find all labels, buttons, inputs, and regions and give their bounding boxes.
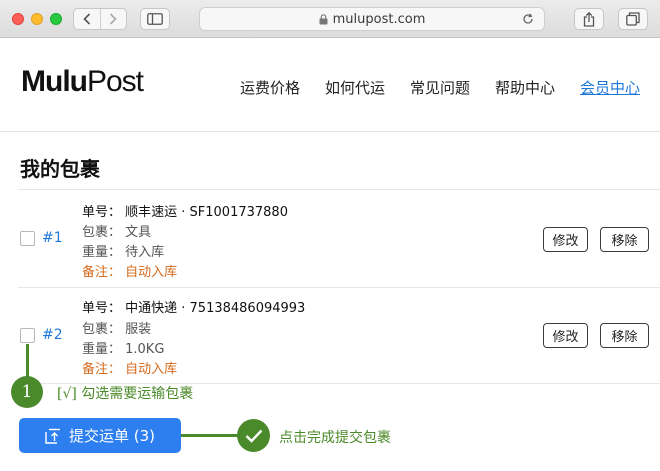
browser-toolbar: mulupost.com xyxy=(0,0,660,38)
package-content: 包裹： 文具 xyxy=(82,225,152,240)
reload-icon[interactable] xyxy=(522,13,534,29)
zoom-window-button[interactable] xyxy=(50,13,62,25)
share-button[interactable] xyxy=(574,8,604,30)
done-hint: 点击完成提交包裹 xyxy=(279,430,391,446)
package-content: 包裹： 服装 xyxy=(82,322,152,337)
close-window-button[interactable] xyxy=(12,13,24,25)
forward-icon xyxy=(110,13,117,25)
sidebar-toggle-button[interactable] xyxy=(140,8,170,30)
annotation-connector xyxy=(181,434,241,437)
submit-waybill-button[interactable]: 提交运单 (3) xyxy=(19,418,181,453)
package-checkbox[interactable] xyxy=(20,231,35,246)
package-weight: 重量： 待入库 xyxy=(82,245,165,260)
package-checkbox[interactable] xyxy=(20,328,35,343)
page-title: 我的包裹 xyxy=(20,157,100,181)
remove-button[interactable]: 移除 xyxy=(600,227,649,252)
submit-label: 提交运单 (3) xyxy=(68,427,156,445)
share-icon xyxy=(583,11,595,27)
back-icon xyxy=(83,13,90,25)
nav-link-help-center[interactable]: 帮助中心 xyxy=(495,77,555,98)
nav-link-how-to-ship[interactable]: 如何代运 xyxy=(325,77,385,98)
package-note: 备注： 自动入库 xyxy=(82,362,178,377)
header-divider xyxy=(0,131,660,132)
step-badge: 1 xyxy=(11,376,43,408)
address-bar[interactable]: mulupost.com xyxy=(199,7,545,31)
nav-link-pricing[interactable]: 运费价格 xyxy=(240,77,300,98)
package-number[interactable]: #1 xyxy=(42,230,63,246)
nav-link-member-center[interactable]: 会员中心 xyxy=(580,77,640,98)
url-text: mulupost.com xyxy=(332,11,426,27)
tabs-icon xyxy=(626,12,640,26)
package-weight: 重量： 1.0KG xyxy=(82,342,165,357)
edit-button[interactable]: 修改 xyxy=(543,227,588,252)
package-number[interactable]: #2 xyxy=(42,327,63,343)
forward-button[interactable] xyxy=(99,9,127,29)
row-divider xyxy=(18,287,660,288)
main-nav: 运费价格 如何代运 常见问题 帮助中心 会员中心 xyxy=(0,77,660,97)
tabs-overview-button[interactable] xyxy=(618,8,648,30)
lock-icon xyxy=(319,13,328,25)
package-tracking: 单号： 顺丰速运 · SF1001737880 xyxy=(82,205,288,220)
sidebar-icon xyxy=(147,13,163,25)
minimize-window-button[interactable] xyxy=(31,13,43,25)
back-button[interactable] xyxy=(74,9,100,29)
section-divider xyxy=(18,189,660,190)
edit-button[interactable]: 修改 xyxy=(543,323,588,348)
package-note: 备注： 自动入库 xyxy=(82,265,178,280)
step-hint: [√] 勾选需要运输包裹 xyxy=(57,386,194,402)
nav-link-faq[interactable]: 常见问题 xyxy=(410,77,470,98)
package-tracking: 单号： 中通快递 · 75138486094993 xyxy=(82,301,306,316)
checkmark-icon xyxy=(237,419,270,452)
history-nav xyxy=(73,8,127,30)
remove-button[interactable]: 移除 xyxy=(600,323,649,348)
upload-icon xyxy=(45,428,61,444)
